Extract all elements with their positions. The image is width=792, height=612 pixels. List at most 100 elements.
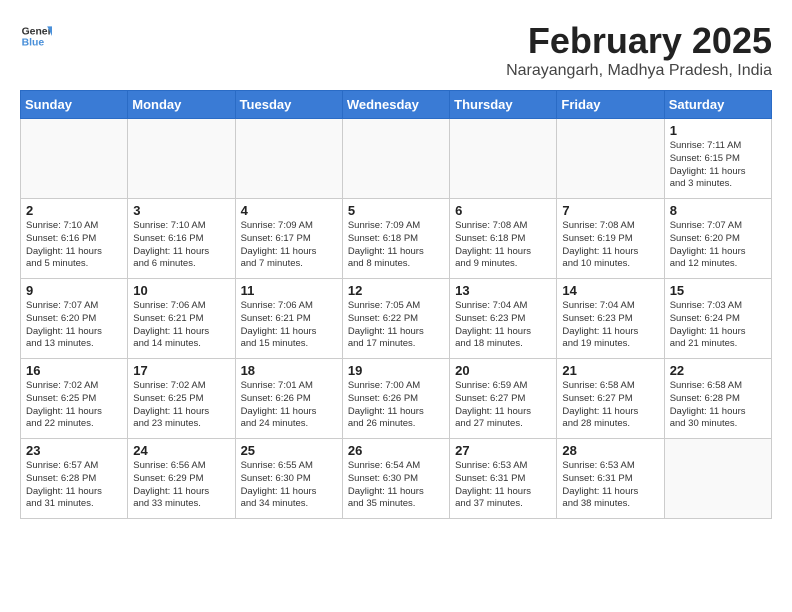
calendar-week-row: 2Sunrise: 7:10 AM Sunset: 6:16 PM Daylig…	[21, 199, 772, 279]
calendar-cell: 10 Sunrise: 7:06 AM Sunset: 6:21 PM Dayli…	[128, 279, 235, 359]
calendar-cell: 13 Sunrise: 7:04 AM Sunset: 6:23 PM Dayli…	[450, 279, 557, 359]
calendar-cell: 26 Sunrise: 6:54 AM Sunset: 6:30 PM Dayli…	[342, 439, 449, 519]
day-number: 28	[562, 443, 658, 458]
day-number: 7	[562, 203, 658, 218]
day-number: 10	[133, 283, 229, 298]
day-number: 19	[348, 363, 444, 378]
weekday-header-row: SundayMondayTuesdayWednesdayThursdayFrid…	[21, 91, 772, 119]
day-number: 26	[348, 443, 444, 458]
day-number: 3	[133, 203, 229, 218]
day-number: 27	[455, 443, 551, 458]
calendar-cell: 14 Sunrise: 7:04 AM Sunset: 6:23 PM Dayli…	[557, 279, 664, 359]
calendar-cell	[21, 119, 128, 199]
calendar-cell: 5 Sunrise: 7:09 AM Sunset: 6:18 PM Daylig…	[342, 199, 449, 279]
calendar-cell	[342, 119, 449, 199]
day-info: Sunrise: 6:55 AM Sunset: 6:30 PM Dayligh…	[241, 460, 337, 511]
day-number: 21	[562, 363, 658, 378]
day-info: Sunrise: 7:09 AM Sunset: 6:18 PM Dayligh…	[348, 220, 444, 271]
day-number: 13	[455, 283, 551, 298]
day-number: 6	[455, 203, 551, 218]
weekday-header-monday: Monday	[128, 91, 235, 119]
day-info: Sunrise: 6:58 AM Sunset: 6:27 PM Dayligh…	[562, 380, 658, 431]
day-info: Sunrise: 7:08 AM Sunset: 6:19 PM Dayligh…	[562, 220, 658, 271]
calendar-cell: 15Sunrise: 7:03 AM Sunset: 6:24 PM Dayli…	[664, 279, 771, 359]
calendar-cell: 6 Sunrise: 7:08 AM Sunset: 6:18 PM Daylig…	[450, 199, 557, 279]
calendar-cell	[450, 119, 557, 199]
calendar-cell: 2Sunrise: 7:10 AM Sunset: 6:16 PM Daylig…	[21, 199, 128, 279]
location-subtitle: Narayangarh, Madhya Pradesh, India	[506, 62, 772, 80]
day-info: Sunrise: 6:59 AM Sunset: 6:27 PM Dayligh…	[455, 380, 551, 431]
calendar-cell: 20Sunrise: 6:59 AM Sunset: 6:27 PM Dayli…	[450, 359, 557, 439]
calendar-cell: 23Sunrise: 6:57 AM Sunset: 6:28 PM Dayli…	[21, 439, 128, 519]
day-number: 12	[348, 283, 444, 298]
calendar-cell: 17Sunrise: 7:02 AM Sunset: 6:25 PM Dayli…	[128, 359, 235, 439]
day-number: 15	[670, 283, 766, 298]
day-number: 25	[241, 443, 337, 458]
calendar-week-row: 9 Sunrise: 7:07 AM Sunset: 6:20 PM Daylig…	[21, 279, 772, 359]
day-number: 22	[670, 363, 766, 378]
day-info: Sunrise: 6:58 AM Sunset: 6:28 PM Dayligh…	[670, 380, 766, 431]
calendar-cell: 4 Sunrise: 7:09 AM Sunset: 6:17 PM Daylig…	[235, 199, 342, 279]
day-number: 16	[26, 363, 122, 378]
day-info: Sunrise: 7:08 AM Sunset: 6:18 PM Dayligh…	[455, 220, 551, 271]
calendar-cell: 1Sunrise: 7:11 AM Sunset: 6:15 PM Daylig…	[664, 119, 771, 199]
calendar-cell: 24 Sunrise: 6:56 AM Sunset: 6:29 PM Dayli…	[128, 439, 235, 519]
calendar-table: SundayMondayTuesdayWednesdayThursdayFrid…	[20, 90, 772, 519]
calendar-cell	[664, 439, 771, 519]
day-info: Sunrise: 6:53 AM Sunset: 6:31 PM Dayligh…	[562, 460, 658, 511]
day-number: 8	[670, 203, 766, 218]
calendar-cell: 12 Sunrise: 7:05 AM Sunset: 6:22 PM Dayli…	[342, 279, 449, 359]
calendar-cell: 27 Sunrise: 6:53 AM Sunset: 6:31 PM Dayli…	[450, 439, 557, 519]
day-info: Sunrise: 7:07 AM Sunset: 6:20 PM Dayligh…	[670, 220, 766, 271]
day-info: Sunrise: 7:09 AM Sunset: 6:17 PM Dayligh…	[241, 220, 337, 271]
day-info: Sunrise: 7:04 AM Sunset: 6:23 PM Dayligh…	[455, 300, 551, 351]
day-info: Sunrise: 6:53 AM Sunset: 6:31 PM Dayligh…	[455, 460, 551, 511]
day-info: Sunrise: 7:05 AM Sunset: 6:22 PM Dayligh…	[348, 300, 444, 351]
weekday-header-thursday: Thursday	[450, 91, 557, 119]
day-number: 11	[241, 283, 337, 298]
calendar-cell: 8 Sunrise: 7:07 AM Sunset: 6:20 PM Daylig…	[664, 199, 771, 279]
day-number: 24	[133, 443, 229, 458]
weekday-header-wednesday: Wednesday	[342, 91, 449, 119]
calendar-cell: 7 Sunrise: 7:08 AM Sunset: 6:19 PM Daylig…	[557, 199, 664, 279]
day-info: Sunrise: 7:10 AM Sunset: 6:16 PM Dayligh…	[26, 220, 122, 271]
weekday-header-tuesday: Tuesday	[235, 91, 342, 119]
day-info: Sunrise: 6:56 AM Sunset: 6:29 PM Dayligh…	[133, 460, 229, 511]
calendar-week-row: 1Sunrise: 7:11 AM Sunset: 6:15 PM Daylig…	[21, 119, 772, 199]
calendar-cell: 11Sunrise: 7:06 AM Sunset: 6:21 PM Dayli…	[235, 279, 342, 359]
calendar-cell: 16 Sunrise: 7:02 AM Sunset: 6:25 PM Dayli…	[21, 359, 128, 439]
calendar-cell: 9 Sunrise: 7:07 AM Sunset: 6:20 PM Daylig…	[21, 279, 128, 359]
svg-text:General: General	[22, 26, 52, 37]
calendar-week-row: 23Sunrise: 6:57 AM Sunset: 6:28 PM Dayli…	[21, 439, 772, 519]
day-info: Sunrise: 7:02 AM Sunset: 6:25 PM Dayligh…	[26, 380, 122, 431]
calendar-cell: 25 Sunrise: 6:55 AM Sunset: 6:30 PM Dayli…	[235, 439, 342, 519]
day-info: Sunrise: 7:07 AM Sunset: 6:20 PM Dayligh…	[26, 300, 122, 351]
day-info: Sunrise: 7:10 AM Sunset: 6:16 PM Dayligh…	[133, 220, 229, 271]
svg-text:Blue: Blue	[22, 38, 45, 49]
day-info: Sunrise: 7:06 AM Sunset: 6:21 PM Dayligh…	[133, 300, 229, 351]
day-info: Sunrise: 7:00 AM Sunset: 6:26 PM Dayligh…	[348, 380, 444, 431]
logo: General Blue	[20, 20, 52, 52]
day-number: 18	[241, 363, 337, 378]
day-number: 14	[562, 283, 658, 298]
calendar-cell	[128, 119, 235, 199]
day-info: Sunrise: 6:54 AM Sunset: 6:30 PM Dayligh…	[348, 460, 444, 511]
weekday-header-friday: Friday	[557, 91, 664, 119]
day-number: 4	[241, 203, 337, 218]
day-number: 5	[348, 203, 444, 218]
day-number: 1	[670, 123, 766, 138]
header: General Blue February 2025 Narayangarh, …	[20, 20, 772, 80]
calendar-cell: 21 Sunrise: 6:58 AM Sunset: 6:27 PM Dayli…	[557, 359, 664, 439]
calendar-cell: 18Sunrise: 7:01 AM Sunset: 6:26 PM Dayli…	[235, 359, 342, 439]
weekday-header-sunday: Sunday	[21, 91, 128, 119]
calendar-cell: 3 Sunrise: 7:10 AM Sunset: 6:16 PM Daylig…	[128, 199, 235, 279]
logo-icon: General Blue	[20, 20, 52, 52]
calendar-cell	[235, 119, 342, 199]
calendar-cell: 22 Sunrise: 6:58 AM Sunset: 6:28 PM Dayli…	[664, 359, 771, 439]
calendar-cell	[557, 119, 664, 199]
day-info: Sunrise: 7:04 AM Sunset: 6:23 PM Dayligh…	[562, 300, 658, 351]
title-area: February 2025 Narayangarh, Madhya Prades…	[506, 20, 772, 80]
month-title: February 2025	[506, 20, 772, 62]
day-number: 17	[133, 363, 229, 378]
day-number: 9	[26, 283, 122, 298]
